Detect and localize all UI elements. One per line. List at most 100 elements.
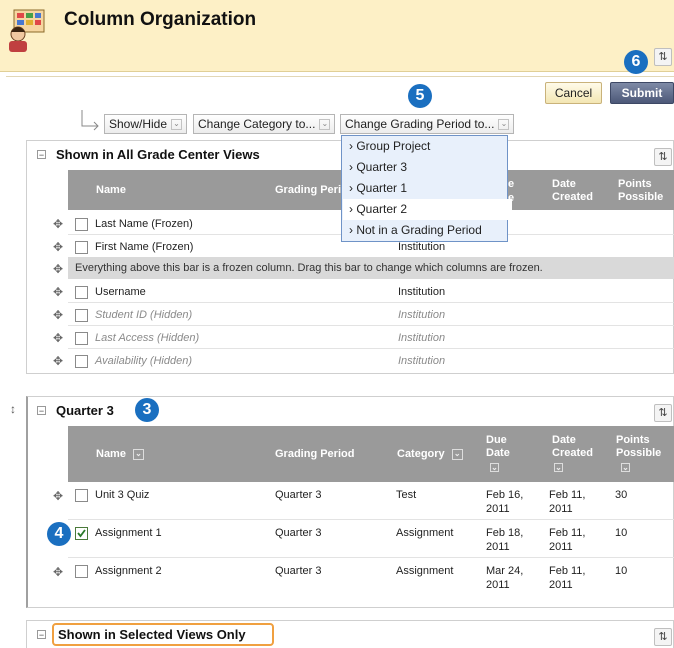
page-header: Column Organization [0, 0, 674, 72]
row-period: Institution [398, 309, 446, 321]
callout-3: 3 [135, 398, 159, 422]
sort-toggle-icon[interactable]: ⇅ [654, 628, 672, 646]
row-due-year: 2011 [486, 503, 510, 515]
row-due-year: 2011 [486, 541, 510, 553]
submit-button[interactable]: Submit [610, 82, 674, 104]
drag-handle-icon[interactable]: ✥ [51, 489, 65, 503]
column-header-points-possible[interactable]: Points Possible [616, 434, 670, 460]
change-grading-period-button[interactable]: Change Grading Period to... ⌄ [340, 114, 515, 134]
row-name: Assignment 1 [95, 527, 162, 539]
collapse-icon[interactable]: − [37, 150, 46, 160]
frozen-bar-text: Everything above this bar is a frozen co… [75, 262, 543, 274]
callout-5: 5 [408, 84, 432, 108]
drag-handle-icon[interactable]: ✥ [51, 240, 65, 254]
chevron-down-icon: ⌄ [171, 119, 183, 131]
change-category-button[interactable]: Change Category to... ⌄ [193, 114, 336, 134]
chevron-down-icon[interactable]: ⌄ [490, 463, 499, 472]
drag-handle-icon[interactable]: ✥ [51, 308, 65, 322]
dropdown-item[interactable]: › Quarter 3 [343, 157, 512, 178]
row-date-created: Feb 11, [549, 489, 586, 501]
chevron-down-icon[interactable]: ⌄ [554, 463, 563, 472]
column-header-label: Category [397, 448, 445, 460]
chevron-down-icon[interactable]: ⌄ [133, 448, 145, 460]
column-header-category[interactable]: Category ⌄ [397, 448, 463, 461]
divider [68, 302, 674, 303]
show-hide-button[interactable]: Show/Hide ⌄ [104, 114, 188, 134]
frozen-bar[interactable]: Everything above this bar is a frozen co… [68, 257, 674, 279]
dropdown-item-label: Quarter 2 [356, 202, 408, 216]
column-header-label: Name [96, 448, 126, 460]
row-due-year: 2011 [486, 579, 510, 591]
section-title: Shown in All Grade Center Views [56, 147, 260, 162]
divider [68, 325, 674, 326]
column-header-points-possible[interactable]: Points Possible [618, 178, 672, 204]
drag-handle-icon[interactable]: ✥ [51, 217, 65, 231]
drag-handle-icon[interactable]: ✥ [51, 262, 65, 276]
dropdown-item-selected[interactable]: › Quarter 2 [343, 199, 512, 220]
row-name: Student ID (Hidden) [95, 309, 193, 321]
row-checkbox-checked[interactable] [75, 527, 88, 540]
column-header-name[interactable]: Name [96, 184, 126, 197]
dropdown-item-label: Group Project [356, 139, 431, 153]
drag-handle-icon[interactable]: ✥ [51, 331, 65, 345]
sort-toggle-icon[interactable]: ⇅ [654, 148, 672, 166]
drag-handle-icon[interactable]: ✥ [51, 565, 65, 579]
column-header-name[interactable]: Name ⌄ [96, 448, 145, 461]
row-points: 10 [615, 565, 628, 577]
row-category: Assignment [396, 527, 454, 539]
row-name: Last Name (Frozen) [95, 218, 193, 230]
row-name: Username [95, 286, 146, 298]
dropdown-item[interactable]: › Not in a Grading Period [343, 220, 512, 241]
divider [68, 348, 674, 349]
row-due-date: Feb 16, [486, 489, 524, 501]
cancel-button[interactable]: Cancel [545, 82, 602, 104]
row-name: Assignment 2 [95, 565, 162, 577]
row-created-year: 2011 [549, 541, 573, 553]
dropdown-item-label: Quarter 1 [356, 181, 408, 195]
row-checkbox[interactable] [75, 286, 88, 299]
column-header-due-date[interactable]: Due Date [486, 434, 516, 460]
column-header-date-created[interactable]: Date Created [552, 434, 602, 460]
show-hide-label: Show/Hide [109, 117, 168, 131]
drag-handle-icon[interactable]: ✥ [51, 354, 65, 368]
drag-section-icon[interactable]: ↕ [10, 402, 16, 416]
sort-toggle-icon[interactable]: ⇅ [654, 404, 672, 422]
chevron-down-icon[interactable]: ⌄ [451, 448, 463, 460]
row-checkbox[interactable] [75, 241, 88, 254]
column-header-grading-period[interactable]: Grading Period [275, 448, 354, 461]
row-checkbox[interactable] [75, 309, 88, 322]
chevron-down-icon: ⌄ [319, 119, 331, 131]
column-organization-icon [9, 9, 45, 52]
row-checkbox[interactable] [75, 565, 88, 578]
row-created-year: 2011 [549, 579, 573, 591]
row-period: Institution [398, 241, 446, 253]
column-header-date-created[interactable]: Date Created [552, 178, 602, 204]
divider [68, 519, 674, 520]
row-period: Institution [398, 332, 446, 344]
row-due-date: Mar 24, [486, 565, 524, 577]
row-checkbox[interactable] [75, 489, 88, 502]
row-checkbox[interactable] [75, 355, 88, 368]
divider [6, 76, 674, 77]
row-period: Quarter 3 [275, 489, 322, 501]
drag-handle-icon[interactable]: ✥ [51, 285, 65, 299]
row-checkbox[interactable] [75, 332, 88, 345]
column-header-grading-period[interactable]: Grading Peri [275, 184, 341, 197]
collapse-icon[interactable]: − [37, 406, 46, 416]
row-checkbox[interactable] [75, 218, 88, 231]
chevron-down-icon[interactable]: ⌄ [621, 463, 630, 472]
row-due-date: Feb 18, [486, 527, 524, 539]
change-grading-period-label: Change Grading Period to... [345, 117, 495, 131]
dropdown-item[interactable]: › Quarter 1 [343, 178, 512, 199]
dropdown-item-label: Quarter 3 [356, 160, 408, 174]
row-name: Availability (Hidden) [95, 355, 193, 367]
sort-toggle-icon[interactable]: ⇅ [654, 48, 672, 66]
dropdown-item[interactable]: › Group Project [343, 136, 512, 157]
callout-4: 4 [47, 522, 71, 546]
table-header: Name ⌄ Grading Period Category ⌄ Due Dat… [68, 426, 674, 482]
callout-6: 6 [624, 50, 648, 74]
row-created-year: 2011 [549, 503, 573, 515]
row-period: Quarter 3 [275, 565, 322, 577]
chevron-down-icon: ⌄ [498, 119, 510, 131]
collapse-icon[interactable]: − [37, 630, 46, 640]
